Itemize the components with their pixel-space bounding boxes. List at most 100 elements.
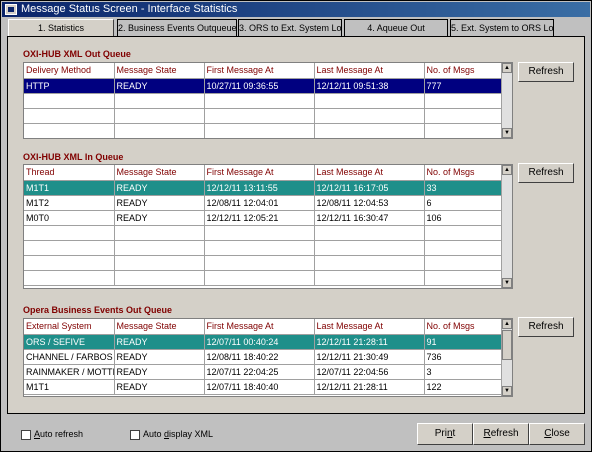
out-queue-grid[interactable]: Delivery Method Message State First Mess…	[23, 62, 513, 139]
table-cell: 777	[424, 78, 503, 94]
table-cell: 6	[424, 195, 503, 211]
table-cell: 122	[424, 379, 503, 395]
column-header[interactable]: Last Message At	[314, 165, 425, 181]
table-cell: 12/12/11 09:51:38	[314, 78, 425, 94]
table-row[interactable]: M1T1 READY 12/07/11 18:40:40 12/12/11 21…	[24, 379, 503, 395]
empty-row[interactable]	[24, 123, 503, 138]
label-part: Pri	[434, 428, 447, 439]
in-queue-title: OXI-HUB XML In Queue	[23, 152, 124, 162]
events-queue-header-row: External System Message State First Mess…	[24, 319, 503, 335]
tab-ors-to-ext-system-log[interactable]: 3. ORS to Ext. System Log	[238, 19, 342, 36]
table-cell: M0T0	[24, 210, 115, 226]
events-queue-scrollbar[interactable]: ▲ ▼	[501, 319, 512, 396]
column-header[interactable]: No. of Msgs	[424, 63, 503, 79]
auto-refresh-checkbox[interactable]	[21, 430, 31, 440]
table-cell: READY	[114, 78, 205, 94]
column-header[interactable]: First Message At	[204, 165, 315, 181]
column-header[interactable]: Message State	[114, 63, 205, 79]
column-header[interactable]: Message State	[114, 319, 205, 335]
table-row[interactable]: M0T0 READY 12/12/11 12:05:21 12/12/11 16…	[24, 210, 503, 226]
table-cell: HTTP	[24, 78, 115, 94]
column-header[interactable]: Message State	[114, 165, 205, 181]
label-part: t	[452, 428, 456, 439]
scroll-up-icon[interactable]: ▲	[502, 165, 512, 175]
table-cell: RAINMAKER / MOTTI	[24, 364, 115, 380]
empty-row[interactable]	[24, 225, 503, 241]
table-cell: M1T2	[24, 195, 115, 211]
table-cell: READY	[114, 180, 205, 196]
table-row[interactable]: CHANNEL / FARBOS READY 12/08/11 18:40:22…	[24, 349, 503, 365]
column-header[interactable]: Last Message At	[314, 63, 425, 79]
table-cell: 12/12/11 21:28:11	[314, 334, 425, 350]
out-queue-scrollbar[interactable]: ▲ ▼	[501, 63, 512, 138]
table-row[interactable]: ORS / SEFIVE READY 12/07/11 00:40:24 12/…	[24, 334, 503, 350]
table-row[interactable]: HTTP READY 10/27/11 09:36:55 12/12/11 09…	[24, 78, 503, 94]
table-cell: 10/27/11 09:36:55	[204, 78, 315, 94]
message-status-window: Message Status Screen - Interface Statis…	[0, 0, 592, 452]
table-cell: 12/07/11 22:04:25	[204, 364, 315, 380]
table-cell: READY	[114, 349, 205, 365]
table-row[interactable]: M1T1 READY 12/12/11 13:11:55 12/12/11 16…	[24, 180, 503, 196]
print-button[interactable]: Print	[417, 423, 473, 445]
scrollbar-thumb[interactable]	[502, 330, 512, 360]
title-bar[interactable]: Message Status Screen - Interface Statis…	[2, 2, 590, 17]
column-header[interactable]: First Message At	[204, 63, 315, 79]
in-queue-refresh-button[interactable]: Refresh	[518, 163, 574, 183]
table-cell: CHANNEL / FARBOS	[24, 349, 115, 365]
events-queue-grid[interactable]: External System Message State First Mess…	[23, 318, 513, 397]
scroll-up-icon[interactable]: ▲	[502, 63, 512, 73]
column-header[interactable]: Last Message At	[314, 319, 425, 335]
table-cell: READY	[114, 364, 205, 380]
tab-statistics[interactable]: 1. Statistics	[8, 19, 114, 37]
auto-display-xml-checkbox[interactable]	[130, 430, 140, 440]
auto-display-xml-label[interactable]: Auto display XML	[143, 429, 213, 439]
close-button[interactable]: Close	[529, 423, 585, 445]
in-queue-grid[interactable]: Thread Message State First Message At La…	[23, 164, 513, 289]
table-cell: 12/07/11 00:40:24	[204, 334, 315, 350]
scroll-down-icon[interactable]: ▼	[502, 386, 512, 396]
table-cell: 91	[424, 334, 503, 350]
label-part: Auto	[143, 429, 165, 439]
table-row[interactable]: RAINMAKER / MOTTI READY 12/07/11 22:04:2…	[24, 364, 503, 380]
window-title: Message Status Screen - Interface Statis…	[21, 3, 238, 15]
table-cell: M1T1	[24, 180, 115, 196]
table-cell: READY	[114, 334, 205, 350]
empty-row[interactable]	[24, 108, 503, 124]
refresh-button[interactable]: Refresh	[473, 423, 529, 445]
empty-row[interactable]	[24, 93, 503, 109]
scroll-down-icon[interactable]: ▼	[502, 278, 512, 288]
events-queue-refresh-button[interactable]: Refresh	[518, 317, 574, 337]
tab-business-events-outqueue[interactable]: 2. Business Events Outqueue	[117, 19, 237, 36]
label-part: lose	[551, 428, 570, 439]
empty-row[interactable]	[24, 270, 503, 286]
table-cell: 106	[424, 210, 503, 226]
table-cell: 33	[424, 180, 503, 196]
table-cell: READY	[114, 195, 205, 211]
column-header[interactable]: Delivery Method	[24, 63, 115, 79]
column-header[interactable]: No. of Msgs	[424, 165, 503, 181]
table-cell: 12/12/11 21:30:49	[314, 349, 425, 365]
table-cell: 12/12/11 13:11:55	[204, 180, 315, 196]
table-row[interactable]: M1T2 READY 12/08/11 12:04:01 12/08/11 12…	[24, 195, 503, 211]
column-header[interactable]: External System	[24, 319, 115, 335]
table-cell: READY	[114, 379, 205, 395]
out-queue-refresh-button[interactable]: Refresh	[518, 62, 574, 82]
column-header[interactable]: No. of Msgs	[424, 319, 503, 335]
empty-row[interactable]	[24, 255, 503, 271]
empty-row[interactable]	[24, 240, 503, 256]
table-cell: 12/12/11 21:28:11	[314, 379, 425, 395]
column-header[interactable]: Thread	[24, 165, 115, 181]
table-cell: 12/12/11 12:05:21	[204, 210, 315, 226]
scroll-up-icon[interactable]: ▲	[502, 319, 512, 329]
scroll-down-icon[interactable]: ▼	[502, 128, 512, 138]
label-part: isplay XML	[169, 429, 214, 439]
table-cell: 3	[424, 364, 503, 380]
tab-ext-system-to-ors-log[interactable]: 5. Ext. System to ORS Log	[450, 19, 554, 36]
column-header[interactable]: First Message At	[204, 319, 315, 335]
in-queue-header-row: Thread Message State First Message At La…	[24, 165, 503, 181]
table-cell: M1T1	[24, 379, 115, 395]
tab-aqueue-out[interactable]: 4. Aqueue Out	[344, 19, 448, 36]
in-queue-scrollbar[interactable]: ▲ ▼	[501, 165, 512, 288]
table-cell: 12/12/11 16:17:05	[314, 180, 425, 196]
auto-refresh-label[interactable]: Auto refresh	[34, 429, 83, 439]
